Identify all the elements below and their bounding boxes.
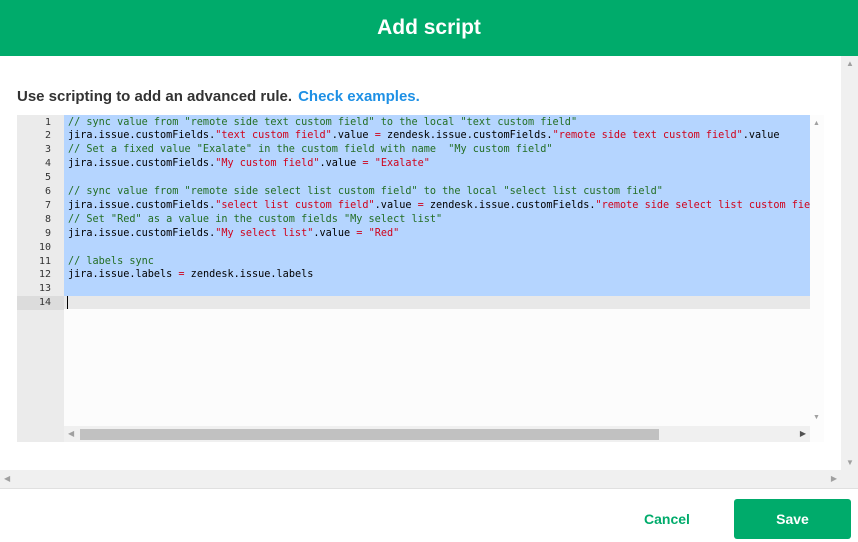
code-line[interactable]	[68, 241, 810, 255]
line-number: 2	[44, 130, 51, 142]
code-token: "Red"	[368, 227, 400, 239]
code-token: "My select list"	[215, 227, 314, 239]
code-token: // sync value from "remote side select l…	[68, 186, 663, 197]
code-token: zendesk.issue.labels	[184, 269, 314, 281]
dialog-scroll-right-arrow-icon[interactable]: ▶	[831, 474, 837, 483]
code-token: jira.issue.customFields.	[68, 227, 216, 239]
horizontal-scroll-thumb[interactable]	[80, 429, 659, 440]
code-token: zendesk.issue.customFields.	[380, 130, 553, 142]
code-token: // Set a fixed value "Exalate" in the cu…	[68, 144, 553, 156]
code-token: "Exalate"	[374, 158, 430, 170]
dialog-scroll-up-arrow-icon[interactable]: ▲	[846, 59, 854, 68]
code-token: "My custom field"	[215, 158, 320, 170]
code-token: .value	[331, 130, 375, 142]
code-token: // Set "Red" as a value in the custom fi…	[68, 213, 443, 225]
line-number: 11	[38, 255, 51, 267]
script-editor[interactable]: 1 2 3 4 5 6 7 8 9 10 11 12 13 14 // sync value from "…	[17, 115, 824, 442]
dialog-header: Add script	[0, 0, 858, 56]
code-line[interactable]	[68, 282, 810, 296]
line-number: 7	[44, 199, 51, 211]
code-token: jira.issue.customFields.	[68, 199, 216, 211]
dialog-footer: Cancel Save	[0, 488, 858, 542]
scroll-left-arrow-icon[interactable]: ◀	[68, 429, 74, 438]
code-token: .value	[319, 158, 363, 170]
code-token: "remote side text custom field"	[552, 130, 743, 142]
code-token: .value	[742, 130, 780, 142]
scrollbar-corner	[841, 470, 858, 488]
line-number: 1	[44, 116, 51, 128]
line-number: 3	[44, 144, 51, 156]
code-line[interactable]: jira.issue.customFields."select list cus…	[68, 199, 810, 213]
cancel-button[interactable]: Cancel	[620, 499, 714, 539]
scroll-down-arrow-icon[interactable]: ▼	[813, 414, 820, 421]
instruction-text: Use scripting to add an advanced rule. Ch…	[17, 88, 420, 105]
text-cursor	[67, 296, 68, 309]
add-script-dialog: Add script Use scripting to add an advan…	[0, 0, 858, 542]
code-token: "select list custom field"	[215, 199, 375, 211]
code-token: zendesk.issue.customFields.	[423, 199, 596, 211]
line-number: 14	[17, 296, 64, 311]
code-line[interactable]: jira.issue.customFields."My select list"…	[68, 227, 810, 241]
code-token: "text custom field"	[215, 130, 332, 142]
code-token: .value	[374, 199, 418, 211]
save-button[interactable]: Save	[734, 499, 851, 539]
code-token: .value	[313, 227, 357, 239]
code-token: jira.issue.customFields.	[68, 158, 216, 170]
line-number: 4	[44, 158, 51, 170]
line-number-gutter: 1 2 3 4 5 6 7 8 9 10 11 12 13 14	[17, 115, 64, 442]
code-line[interactable]: // Set a fixed value "Exalate" in the cu…	[68, 143, 810, 157]
code-line[interactable]: // labels sync	[68, 255, 810, 269]
code-token: "remote side select list custom field"	[595, 199, 811, 211]
scroll-up-arrow-icon[interactable]: ▲	[813, 120, 820, 127]
instruction-label: Use scripting to add an advanced rule.	[17, 88, 293, 105]
code-line[interactable]: jira.issue.labels = zendesk.issue.labels	[68, 268, 810, 282]
line-number: 5	[44, 172, 51, 184]
code-line[interactable]: jira.issue.customFields."My custom field…	[68, 157, 810, 171]
dialog-body: Use scripting to add an advanced rule. Ch…	[0, 56, 858, 488]
code-token: // sync value from "remote side text cus…	[68, 116, 578, 128]
code-line[interactable]	[68, 171, 810, 185]
dialog-horizontal-scrollbar[interactable]: ◀ ▶	[0, 470, 841, 488]
line-number: 10	[38, 241, 51, 253]
code-line[interactable]: // sync value from "remote side text cus…	[68, 116, 810, 130]
line-number: 13	[38, 283, 51, 295]
code-token: jira.issue.labels	[68, 269, 179, 281]
dialog-title: Add script	[377, 16, 481, 39]
line-number: 9	[44, 227, 51, 239]
code-token: jira.issue.customFields.	[68, 130, 216, 142]
check-examples-link[interactable]: Check examples.	[298, 88, 420, 105]
code-line[interactable]: // Set "Red" as a value in the custom fi…	[68, 213, 810, 227]
code-line[interactable]: // sync value from "remote side select l…	[68, 185, 810, 199]
editor-vertical-scrollbar[interactable]: ▲ ▼	[810, 115, 824, 426]
scroll-right-arrow-icon[interactable]: ▶	[800, 429, 806, 438]
code-line[interactable]	[68, 296, 810, 310]
editor-horizontal-scrollbar[interactable]: ◀ ▶	[64, 426, 810, 442]
line-number: 6	[44, 186, 51, 197]
dialog-scroll-left-arrow-icon[interactable]: ◀	[4, 474, 10, 483]
dialog-vertical-scrollbar[interactable]: ▲ ▼	[841, 56, 858, 470]
code-token: // labels sync	[68, 255, 154, 267]
line-number: 12	[38, 269, 51, 281]
dialog-scroll-down-arrow-icon[interactable]: ▼	[846, 458, 854, 467]
code-line[interactable]: jira.issue.customFields."text custom fie…	[68, 129, 810, 143]
line-number: 8	[44, 213, 51, 225]
